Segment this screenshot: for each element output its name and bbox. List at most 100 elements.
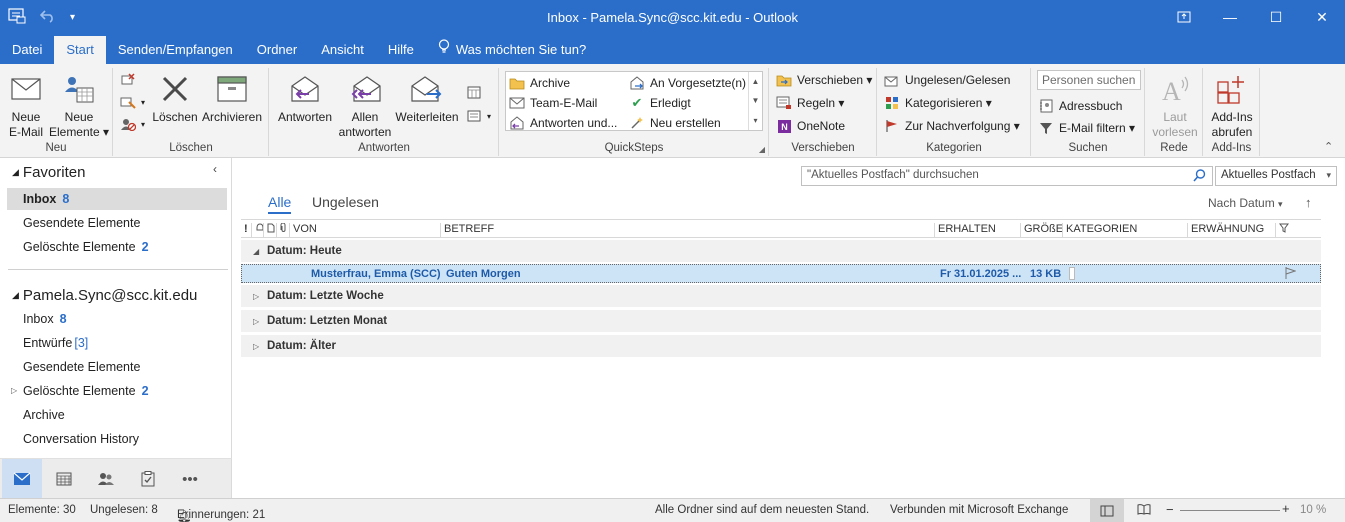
attachment-column[interactable] <box>276 222 287 237</box>
read-aloud-button[interactable]: A Laut vorlesen <box>1150 72 1200 140</box>
search-scope-dropdown[interactable]: Aktuelles Postfach ▾ <box>1215 166 1337 186</box>
onenote-button[interactable]: N OneNote <box>776 118 845 134</box>
flag-column[interactable] <box>1275 223 1289 237</box>
sort-by-date[interactable]: Nach Datum ▾ <box>1208 196 1283 210</box>
account-sent-items[interactable]: Gesendete Elemente <box>7 356 227 378</box>
tab-ansicht[interactable]: Ansicht <box>309 36 376 64</box>
more-options-icon[interactable]: ••• <box>170 459 210 499</box>
quickstep-archive[interactable]: Archive <box>509 75 570 91</box>
tab-datei[interactable]: Datei <box>0 36 54 64</box>
quickstep-done[interactable]: ✔ Erledigt <box>629 95 691 111</box>
reply-button[interactable]: Antworten <box>274 72 336 125</box>
group-last-week[interactable]: ▷ Datum: Letzte Woche <box>241 285 1321 307</box>
account-drafts[interactable]: Entwürfe [3] <box>7 332 227 354</box>
fav-sent-items[interactable]: Gesendete Elemente <box>7 212 227 234</box>
quickstep-team-email[interactable]: Team-E-Mail <box>509 95 597 111</box>
flag-icon[interactable] <box>1284 266 1297 283</box>
quickstep-reply-delete[interactable]: Antworten und... <box>509 115 617 131</box>
tab-ordner[interactable]: Ordner <box>245 36 309 64</box>
group-today[interactable]: ◢ Datum: Heute <box>241 240 1321 262</box>
delete-button[interactable]: Löschen <box>152 72 198 125</box>
minimize-icon[interactable]: — <box>1207 0 1253 34</box>
size-column[interactable]: GRÖßE <box>1020 223 1063 237</box>
tasks-icon[interactable] <box>128 459 168 499</box>
normal-view-icon[interactable] <box>1090 499 1124 522</box>
importance-column[interactable]: ! <box>241 223 248 237</box>
tab-senden-empfangen[interactable]: Senden/Empfangen <box>106 36 245 64</box>
icon-column[interactable] <box>263 223 275 237</box>
dialog-launcher-icon[interactable]: ◢ <box>759 145 765 154</box>
address-book-button[interactable]: Adressbuch <box>1038 98 1122 114</box>
fav-deleted-items[interactable]: Gelöschte Elemente 2 <box>7 236 227 258</box>
table-row[interactable]: Musterfrau, Emma (SCC) Guten Morgen Fr 3… <box>241 264 1321 283</box>
ribbon-display-options-icon[interactable] <box>1161 0 1207 34</box>
close-icon[interactable]: ✕ <box>1299 0 1345 34</box>
rules-button[interactable]: Regeln ▾ <box>776 95 844 111</box>
account-conversation-history[interactable]: Conversation History <box>7 428 227 450</box>
new-items-button[interactable]: Neue Elemente ▾ <box>48 72 110 140</box>
ignore-button[interactable] <box>120 72 136 88</box>
tab-hilfe[interactable]: Hilfe <box>376 36 426 64</box>
received-column[interactable]: ERHALTEN <box>934 223 996 237</box>
filter-email-button[interactable]: E-Mail filtern ▾ <box>1038 120 1135 136</box>
tab-start[interactable]: Start <box>54 36 106 64</box>
scroll-up-icon[interactable]: ▲ <box>752 77 760 86</box>
zoom-in-button[interactable]: + <box>1282 501 1290 516</box>
ignore-icon <box>120 72 136 88</box>
from-column[interactable]: VON <box>289 223 317 237</box>
read-aloud-icon: A <box>1158 72 1192 106</box>
collapsed-triangle-icon[interactable]: ▷ <box>11 380 17 402</box>
filter-unread[interactable]: Ungelesen <box>312 194 379 210</box>
group-older[interactable]: ▷ Datum: Älter <box>241 335 1321 357</box>
new-email-button[interactable]: Neue E-Mail <box>6 72 46 140</box>
group-loeschen: ▾ ▾ Löschen Archivieren Löschen <box>114 68 269 156</box>
zoom-level[interactable]: 10 % <box>1300 504 1326 516</box>
collapse-ribbon-icon[interactable]: ⌃ <box>1324 140 1333 153</box>
category-box[interactable] <box>1069 267 1075 280</box>
gallery-more-icon[interactable]: ▾ <box>753 116 757 125</box>
zoom-out-button[interactable]: − <box>1166 502 1174 517</box>
unread-read-button[interactable]: Ungelesen/Gelesen <box>884 72 1010 88</box>
maximize-icon[interactable]: ☐ <box>1253 0 1299 34</box>
mail-icon[interactable] <box>2 459 42 499</box>
quickstep-to-manager[interactable]: An Vorgesetzte(n) <box>629 75 746 91</box>
zoom-slider[interactable] <box>1180 510 1280 511</box>
fav-inbox[interactable]: Inbox 8 <box>7 188 227 210</box>
expanded-triangle-icon: ◢ <box>12 167 19 177</box>
favorites-header[interactable]: ◢ Favoriten <box>12 164 85 181</box>
search-input[interactable]: "Aktuelles Postfach" durchsuchen <box>801 166 1213 186</box>
account-deleted-items[interactable]: ▷ Gelöschte Elemente 2 <box>7 380 227 402</box>
junk-button[interactable]: ▾ <box>120 116 145 132</box>
account-archive[interactable]: Archive <box>7 404 227 426</box>
archive-button[interactable]: Archivieren <box>200 72 264 125</box>
get-addins-button[interactable]: Add-Ins abrufen <box>1206 72 1258 140</box>
quickstep-create-new[interactable]: Neu erstellen <box>629 115 721 131</box>
move-button[interactable]: Verschieben ▾ <box>776 72 872 88</box>
new-email-icon <box>9 72 43 106</box>
people-icon[interactable] <box>86 459 126 499</box>
mention-column[interactable]: ERWÄHNUNG <box>1187 223 1264 237</box>
filter-all[interactable]: Alle <box>268 194 292 214</box>
search-icon[interactable] <box>1193 169 1206 185</box>
reading-view-icon[interactable] <box>1137 503 1151 518</box>
gallery-scroll[interactable]: ▲ ▼ ▾ <box>748 72 762 130</box>
reply-all-button[interactable]: Allen antworten <box>336 72 394 140</box>
calendar-icon[interactable] <box>44 459 84 499</box>
tell-me-box[interactable]: Was möchten Sie tun? <box>426 36 598 64</box>
categorize-button[interactable]: Kategorisieren ▾ <box>884 95 992 111</box>
account-inbox[interactable]: Inbox 8 <box>7 308 227 330</box>
group-last-month[interactable]: ▷ Datum: Letzten Monat <box>241 310 1321 332</box>
cleanup-button[interactable]: ▾ <box>120 94 145 110</box>
forward-button[interactable]: Weiterleiten <box>394 72 460 125</box>
scroll-down-icon[interactable]: ▼ <box>752 96 760 105</box>
categories-column[interactable]: KATEGORIEN <box>1062 223 1137 237</box>
meeting-icon <box>466 84 482 100</box>
sort-direction-icon[interactable]: ↑ <box>1305 195 1312 210</box>
meeting-reply-button[interactable] <box>466 84 482 100</box>
more-reply-button[interactable]: ▾ <box>466 108 491 124</box>
subject-column[interactable]: BETREFF <box>440 223 494 237</box>
account-header[interactable]: ◢ Pamela.Sync@scc.kit.edu <box>12 287 197 304</box>
collapse-pane-icon[interactable]: ‹ <box>213 162 217 176</box>
follow-up-button[interactable]: Zur Nachverfolgung ▾ <box>884 118 1020 134</box>
people-search-input[interactable]: Personen suchen <box>1037 70 1141 90</box>
